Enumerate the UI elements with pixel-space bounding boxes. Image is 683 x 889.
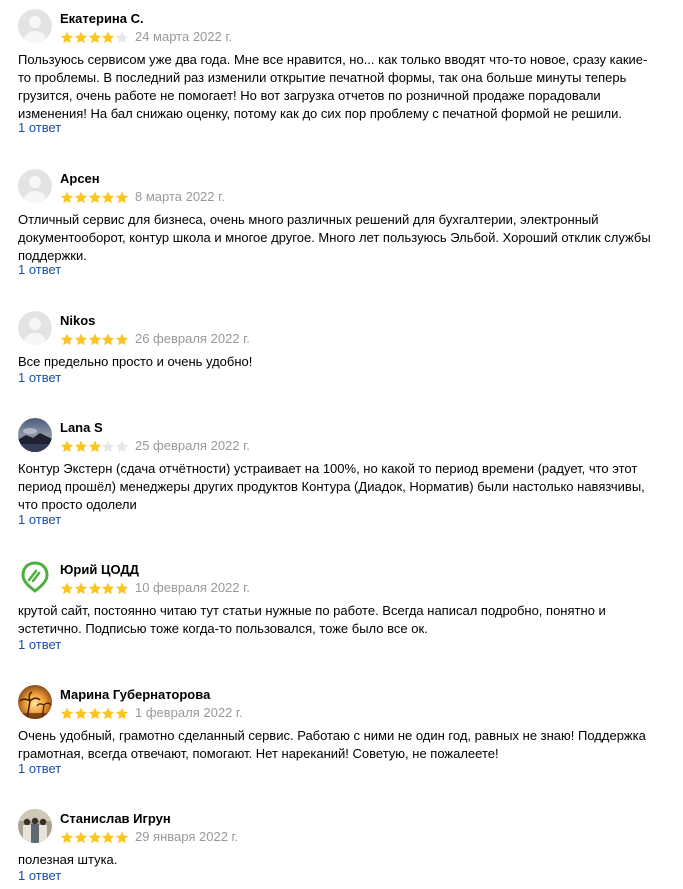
review-text: Пользуюсь сервисом уже два года. Мне все… xyxy=(18,52,648,121)
review-item: Марина Губернаторова 1 февраля 2022 г. О… xyxy=(0,685,683,780)
star-filled-icon xyxy=(60,582,74,595)
star-filled-icon xyxy=(74,582,88,595)
review-text: Отличный сервис для бизнеса, очень много… xyxy=(18,212,651,263)
rating-stars xyxy=(60,831,129,844)
rating-stars xyxy=(60,440,129,453)
star-filled-icon xyxy=(101,582,115,595)
review-text: Все предельно просто и очень удобно! xyxy=(18,354,253,369)
rating-stars xyxy=(60,191,129,204)
review-item: Юрий ЦОДД 10 февраля 2022 г. крутой сайт… xyxy=(0,560,683,655)
review-author[interactable]: Екатерина С. xyxy=(60,11,144,27)
review-item: Екатерина С. 24 марта 2022 г. Пользуюсь … xyxy=(0,9,683,139)
star-filled-icon xyxy=(101,333,115,346)
review-author[interactable]: Lana S xyxy=(60,420,103,436)
review-meta: 29 января 2022 г. xyxy=(60,829,238,845)
star-empty-icon xyxy=(115,31,129,44)
review-item: Nikos 26 февраля 2022 г. Все предельно п… xyxy=(0,311,683,387)
rating-stars xyxy=(60,333,129,346)
replies-link[interactable]: 1 ответ xyxy=(18,262,61,278)
default-user-avatar-icon[interactable] xyxy=(18,169,52,203)
star-filled-icon xyxy=(74,333,88,346)
review-date: 26 февраля 2022 г. xyxy=(134,331,250,346)
star-filled-icon xyxy=(101,831,115,844)
star-filled-icon xyxy=(88,831,102,844)
star-filled-icon xyxy=(88,31,102,44)
review-meta: 25 февраля 2022 г. xyxy=(60,438,250,454)
star-filled-icon xyxy=(115,191,129,204)
review-date: 25 февраля 2022 г. xyxy=(134,438,250,453)
review-date: 29 января 2022 г. xyxy=(134,829,239,844)
review-text: Очень удобный, грамотно сделанный сервис… xyxy=(18,728,646,761)
default-user-avatar-icon[interactable] xyxy=(18,311,52,345)
sunset-palm-avatar-icon[interactable] xyxy=(18,685,52,719)
group-photo-avatar-icon[interactable] xyxy=(18,809,52,843)
star-filled-icon xyxy=(60,31,74,44)
review-meta: 24 марта 2022 г. xyxy=(60,29,232,45)
rating-stars xyxy=(60,582,129,595)
star-filled-icon xyxy=(115,333,129,346)
replies-link[interactable]: 1 ответ xyxy=(18,120,61,136)
review-item: Lana S 25 февраля 2022 г. Контур Экстерн… xyxy=(0,418,683,530)
replies-link[interactable]: 1 ответ xyxy=(18,370,61,386)
replies-link[interactable]: 1 ответ xyxy=(18,512,61,528)
star-filled-icon xyxy=(101,31,115,44)
review-text: Контур Экстерн (сдача отчётности) устраи… xyxy=(18,461,645,512)
star-filled-icon xyxy=(74,31,88,44)
review-meta: 26 февраля 2022 г. xyxy=(60,331,250,347)
replies-link[interactable]: 1 ответ xyxy=(18,761,61,777)
star-filled-icon xyxy=(60,191,74,204)
rating-stars xyxy=(60,707,129,720)
review-author[interactable]: Марина Губернаторова xyxy=(60,687,210,703)
review-author[interactable]: Юрий ЦОДД xyxy=(60,562,139,578)
star-filled-icon xyxy=(60,333,74,346)
star-filled-icon xyxy=(88,333,102,346)
star-filled-icon xyxy=(88,707,102,720)
star-filled-icon xyxy=(115,582,129,595)
star-filled-icon xyxy=(74,707,88,720)
star-filled-icon xyxy=(88,191,102,204)
replies-link[interactable]: 1 ответ xyxy=(18,868,61,884)
star-filled-icon xyxy=(60,440,74,453)
review-date: 10 февраля 2022 г. xyxy=(134,580,250,595)
star-filled-icon xyxy=(60,831,74,844)
landscape-photo-avatar-icon[interactable] xyxy=(18,418,52,452)
review-text: крутой сайт, постоянно читаю тут статьи … xyxy=(18,603,606,636)
star-filled-icon xyxy=(74,440,88,453)
review-meta: 1 февраля 2022 г. xyxy=(60,705,243,721)
rating-stars xyxy=(60,31,129,44)
green-map-pin-avatar-icon[interactable] xyxy=(18,560,52,594)
star-filled-icon xyxy=(88,582,102,595)
replies-link[interactable]: 1 ответ xyxy=(18,637,61,653)
star-filled-icon xyxy=(74,191,88,204)
review-author[interactable]: Станислав Игрун xyxy=(60,811,171,827)
review-date: 8 марта 2022 г. xyxy=(134,189,225,204)
star-filled-icon xyxy=(74,831,88,844)
star-filled-icon xyxy=(115,707,129,720)
star-filled-icon xyxy=(101,191,115,204)
star-filled-icon xyxy=(101,707,115,720)
star-filled-icon xyxy=(115,831,129,844)
review-item: Арсен 8 марта 2022 г. Отличный сервис дл… xyxy=(0,169,683,279)
review-date: 24 марта 2022 г. xyxy=(134,29,233,44)
review-date: 1 февраля 2022 г. xyxy=(134,705,243,720)
star-empty-icon xyxy=(101,440,115,453)
star-filled-icon xyxy=(60,707,74,720)
default-user-avatar-icon[interactable] xyxy=(18,9,52,43)
star-empty-icon xyxy=(115,440,129,453)
review-item: Станислав Игрун 29 января 2022 г. полезн… xyxy=(0,809,683,887)
review-author[interactable]: Nikos xyxy=(60,313,95,329)
reviews-list: Екатерина С. 24 марта 2022 г. Пользуюсь … xyxy=(0,0,683,889)
review-text: полезная штука. xyxy=(18,852,118,867)
review-meta: 8 марта 2022 г. xyxy=(60,189,225,205)
review-author[interactable]: Арсен xyxy=(60,171,100,187)
star-filled-icon xyxy=(88,440,102,453)
review-meta: 10 февраля 2022 г. xyxy=(60,580,250,596)
